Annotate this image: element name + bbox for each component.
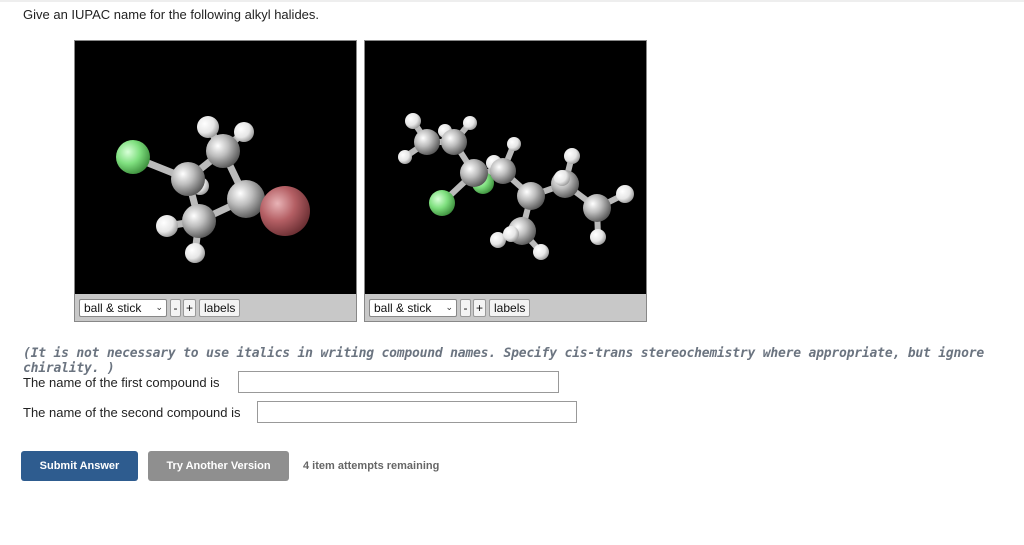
molecule-1-model[interactable]	[75, 41, 356, 294]
viewer-2-style-select[interactable]: ball & stick ⌄	[369, 298, 457, 317]
viewer-2-style-value: ball & stick	[374, 300, 432, 315]
chevron-down-icon: ⌄	[155, 302, 163, 312]
viewer-1-style-value: ball & stick	[84, 300, 142, 315]
molecule-viewer-1[interactable]: ball & stick ⌄ - + labels	[74, 40, 357, 322]
viewer-2-controls: ball & stick ⌄ - + labels	[365, 294, 646, 321]
viewer-2-zoom-out-button[interactable]: -	[460, 298, 471, 317]
viewer-2-labels-button[interactable]: labels	[489, 298, 531, 317]
viewer-1-controls: ball & stick ⌄ - + labels	[75, 294, 356, 321]
first-compound-input[interactable]	[238, 371, 559, 393]
viewer-1-labels-button[interactable]: labels	[199, 298, 241, 317]
question-text: Give an IUPAC name for the following alk…	[23, 7, 320, 22]
viewer-1-zoom-in-button[interactable]: +	[183, 298, 197, 317]
try-another-version-button[interactable]: Try Another Version	[148, 451, 289, 481]
top-divider	[0, 0, 1024, 2]
second-compound-input[interactable]	[257, 401, 577, 423]
molecule-2-model[interactable]	[365, 41, 646, 294]
chevron-down-icon: ⌄	[445, 302, 453, 312]
first-compound-label: The name of the first compound is	[23, 375, 220, 390]
submit-answer-button[interactable]: Submit Answer	[21, 451, 138, 481]
viewer-2-zoom-in-button[interactable]: +	[473, 298, 487, 317]
viewer-1-style-select[interactable]: ball & stick ⌄	[79, 298, 167, 317]
viewer-1-zoom-out-button[interactable]: -	[170, 298, 181, 317]
attempts-remaining: 4 item attempts remaining	[303, 460, 440, 472]
second-compound-label: The name of the second compound is	[23, 405, 241, 420]
molecule-viewer-2[interactable]: ball & stick ⌄ - + labels	[364, 40, 647, 322]
